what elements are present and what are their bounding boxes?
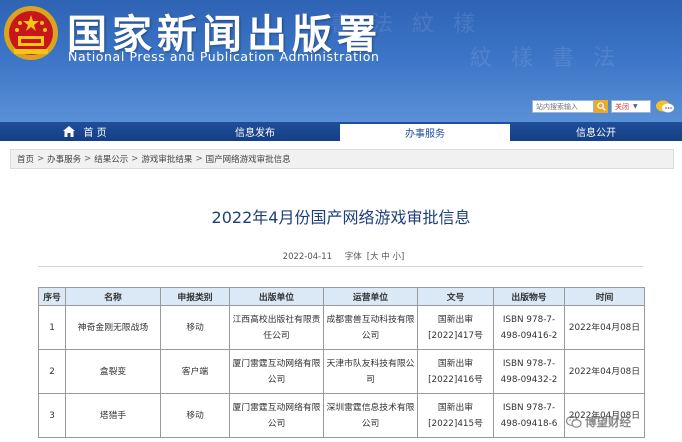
- game-approval-table: 序号 名称 申报类别 出版单位 运营单位 文号 出版物号 时间 1 神奇金刚无限…: [38, 287, 645, 438]
- table-cell: 成都雷兽互动科技有限公司: [323, 305, 418, 350]
- breadcrumb-link-home[interactable]: 首页: [17, 153, 34, 165]
- table-cell: 塔猎手: [65, 393, 161, 438]
- site-title-en: National Press and Publication Administr…: [68, 49, 380, 64]
- breadcrumb: 首页 > 办事服务 > 结果公示 > 游戏审批结果 > 国产网络游戏审批信息: [10, 149, 674, 169]
- chevron-down-icon: ▼: [633, 103, 638, 110]
- column-header-name: 名称: [65, 287, 161, 306]
- site-header: 書 法 紋 樣 紋 樣 書 法 国家新闻出版署 National Press a…: [0, 0, 682, 122]
- nav-item-disclosure[interactable]: 信息公开: [510, 122, 682, 141]
- table-cell: 厦门雷霆互动网络有限公司: [229, 349, 324, 394]
- watermark-text: 博望财经: [585, 415, 631, 429]
- header-decoration: 紋 樣 書 法: [470, 46, 621, 71]
- table-cell: 盒裂变: [65, 349, 161, 394]
- table-row: 2 盒裂变 客户端 厦门雷霆互动网络有限公司 天津市队友科技有限公司 国新出审[…: [38, 349, 645, 394]
- table-cell: 国新出审[2022]415号: [417, 393, 494, 438]
- table-cell: 2022年04月08日: [564, 349, 645, 394]
- column-header-time: 时间: [564, 287, 645, 306]
- breadcrumb-link-game-approval[interactable]: 游戏审批结果: [141, 153, 192, 165]
- table-cell: 神奇金刚无限战场: [65, 305, 161, 350]
- column-header-category: 申报类别: [160, 287, 230, 306]
- wechat-icon: [566, 415, 582, 428]
- breadcrumb-link-services[interactable]: 办事服务: [47, 153, 81, 165]
- main-nav: 首 页 信息发布 办事服务 信息公开: [0, 122, 682, 141]
- search-icon: [596, 102, 606, 111]
- home-icon: [63, 126, 76, 137]
- table-cell: 国新出审[2022]417号: [417, 305, 494, 350]
- table-row: 1 神奇金刚无限战场 移动 江西高校出版社有限责任公司 成都雷兽互动科技有限公司…: [38, 305, 645, 350]
- nav-item-news[interactable]: 信息发布: [170, 122, 340, 141]
- table-cell: 江西高校出版社有限责任公司: [229, 305, 324, 350]
- chat-bubble-icon[interactable]: [655, 99, 675, 115]
- nav-item-label: 办事服务: [405, 129, 445, 140]
- nav-item-label: 信息公开: [576, 128, 616, 139]
- nav-item-home[interactable]: 首 页: [0, 122, 170, 141]
- table-cell: ISBN 978-7-498-09432-2: [493, 349, 565, 394]
- breadcrumb-link-domestic-games[interactable]: 国产网络游戏审批信息: [206, 153, 291, 165]
- table-cell: ISBN 978-7-498-09418-6: [493, 393, 565, 438]
- page-title: 2022年4月份国产网络游戏审批信息: [211, 208, 471, 227]
- table-cell: 移动: [160, 393, 230, 438]
- column-header-isbn: 出版物号: [493, 287, 565, 306]
- search-bar: 关闭 ▼: [532, 100, 651, 113]
- font-size-label: 字体: [344, 252, 362, 262]
- column-header-publisher: 出版单位: [229, 287, 324, 306]
- breadcrumb-separator: >: [84, 154, 92, 164]
- language-select-label: 关闭: [615, 102, 629, 111]
- table-header-row: 序号 名称 申报类别 出版单位 运营单位 文号 出版物号 时间: [38, 287, 645, 306]
- article-meta: 2022-04-11 字体 [大 中 小]: [0, 250, 682, 262]
- watermark: 博望财经: [566, 414, 631, 430]
- breadcrumb-link-results[interactable]: 结果公示: [94, 153, 128, 165]
- nav-item-label: 首 页: [83, 128, 107, 139]
- font-size-options[interactable]: [大 中 小]: [367, 252, 405, 262]
- breadcrumb-separator: >: [37, 154, 45, 164]
- table-cell: 天津市队友科技有限公司: [323, 349, 418, 394]
- table-cell: 3: [38, 393, 66, 438]
- breadcrumb-separator: >: [131, 154, 139, 164]
- table-cell: 2: [38, 349, 66, 394]
- nav-item-services[interactable]: 办事服务: [340, 122, 510, 141]
- search-button[interactable]: [594, 100, 608, 113]
- national-emblem-icon[interactable]: [2, 3, 60, 63]
- nav-item-label: 信息发布: [235, 128, 275, 139]
- search-input[interactable]: [532, 100, 594, 113]
- table-cell: 国新出审[2022]416号: [417, 349, 494, 394]
- divider: [38, 266, 643, 267]
- column-header-number: 序号: [38, 287, 66, 306]
- breadcrumb-separator: >: [195, 154, 203, 164]
- table-cell: ISBN 978-7-498-09416-2: [493, 305, 565, 350]
- table-cell: 厦门雷霆互动网络有限公司: [229, 393, 324, 438]
- table-cell: 移动: [160, 305, 230, 350]
- table-row: 3 塔猎手 移动 厦门雷霆互动网络有限公司 深圳雷霆信息技术有限公司 国新出审[…: [38, 393, 645, 438]
- table-cell: 1: [38, 305, 66, 350]
- column-header-document-no: 文号: [417, 287, 494, 306]
- column-header-operator: 运营单位: [323, 287, 418, 306]
- language-select[interactable]: 关闭 ▼: [611, 100, 651, 113]
- table-cell: 深圳雷霆信息技术有限公司: [323, 393, 418, 438]
- table-cell: 客户端: [160, 349, 230, 394]
- publish-date: 2022-04-11: [282, 252, 333, 262]
- table-cell: 2022年04月08日: [564, 305, 645, 350]
